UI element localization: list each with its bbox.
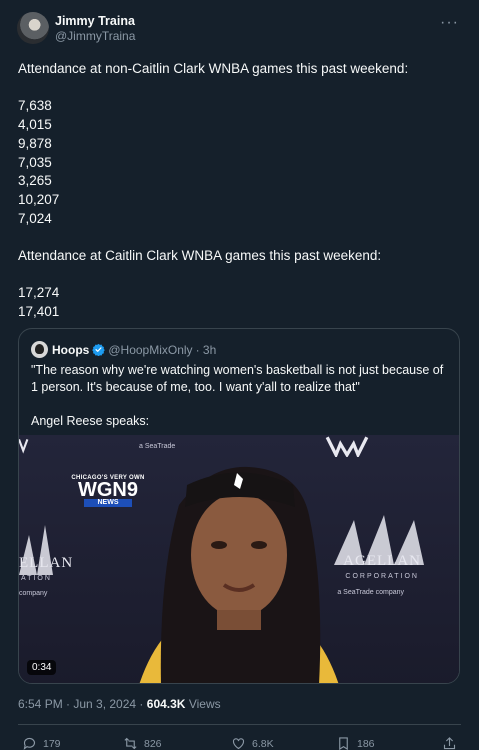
sponsor-left-sub: ATION — [21, 575, 52, 582]
more-horizontal-icon[interactable]: ··· — [440, 14, 459, 32]
attendance-value: 7,024 — [18, 210, 52, 226]
tweet-header: Jimmy Traina @JimmyTraina ··· — [17, 12, 465, 48]
sponsor-left-text: ELLAN — [19, 555, 74, 571]
attendance-value: 7,638 — [18, 98, 52, 114]
sponsor-left-small: company — [19, 590, 48, 597]
share-button[interactable] — [442, 736, 463, 750]
retweet-button[interactable]: 826 — [123, 736, 162, 750]
attendance-value: 7,035 — [18, 154, 52, 170]
reply-count: 179 — [43, 737, 61, 750]
attendance-value: 17,401 — [18, 304, 60, 320]
retweet-icon — [124, 737, 137, 750]
wgn-wordmark: WGN9 — [78, 479, 138, 501]
attendance-value: 10,207 — [18, 191, 60, 207]
quoted-quote: "The reason why we're watching women's b… — [31, 363, 444, 394]
attendance-value: 9,878 — [18, 135, 52, 151]
author-names: Jimmy Traina @JimmyTraina — [55, 12, 135, 44]
quoted-text: "The reason why we're watching women's b… — [31, 362, 449, 430]
video-player[interactable]: ELLAN ATION company a SeaTrade AGELLAN C… — [19, 435, 459, 683]
tweet: Jimmy Traina @JimmyTraina ··· Attendance… — [0, 0, 479, 750]
attendance-value: 4,015 — [18, 117, 52, 133]
reply-icon — [23, 737, 36, 750]
quoted-time[interactable]: · 3h — [196, 343, 217, 357]
quoted-header: Hoops @HoopMixOnly · 3h — [31, 341, 216, 358]
video-duration: 0:34 — [27, 660, 57, 675]
retweet-count: 826 — [144, 737, 162, 750]
bookmark-icon — [339, 737, 348, 750]
share-icon — [443, 737, 456, 750]
quoted-display-name[interactable]: Hoops — [52, 343, 89, 357]
bookmark-count: 186 — [357, 737, 375, 750]
like-button[interactable]: 6.8K — [231, 736, 274, 750]
tweet-timestamp[interactable]: 6:54 PM · Jun 3, 2024 — [18, 697, 136, 711]
attendance-value: 3,265 — [18, 173, 52, 189]
author-display-name[interactable]: Jimmy Traina — [55, 14, 135, 29]
verified-badge-icon — [92, 343, 106, 356]
quoted-avatar[interactable] — [31, 341, 48, 358]
quoted-caption: Angel Reese speaks: — [31, 414, 150, 428]
avatar[interactable] — [17, 12, 49, 44]
wgn-news-logo: CHICAGO'S VERY OWN WGN9 NEWS — [69, 475, 147, 513]
quoted-tweet[interactable]: Hoops @HoopMixOnly · 3h "The reason why … — [18, 328, 460, 684]
like-count: 6.8K — [252, 737, 274, 750]
attendance-value: 17,274 — [18, 285, 60, 301]
tweet-line-clark: Attendance at Caitlin Clark WNBA games t… — [18, 248, 382, 263]
sky-logo-top-left — [19, 439, 29, 454]
views-label: Views — [188, 697, 221, 711]
reply-button[interactable]: 179 — [22, 736, 61, 750]
bookmark-button[interactable]: 186 — [336, 736, 375, 750]
quoted-handle[interactable]: @HoopMixOnly — [108, 343, 192, 357]
tweet-text: Attendance at non-Caitlin Clark WNBA gam… — [18, 60, 458, 322]
action-bar: 179 826 6.8K 186 — [18, 736, 458, 750]
heart-icon — [232, 738, 245, 750]
meta-dot: · — [139, 697, 144, 711]
tweet-meta: 6:54 PM · Jun 3, 2024 · 604.3K Views — [18, 697, 221, 711]
divider — [18, 724, 461, 725]
author-handle[interactable]: @JimmyTraina — [55, 29, 135, 44]
tweet-line-non-clark: Attendance at non-Caitlin Clark WNBA gam… — [18, 61, 409, 76]
views-count: 604.3K — [146, 697, 186, 711]
